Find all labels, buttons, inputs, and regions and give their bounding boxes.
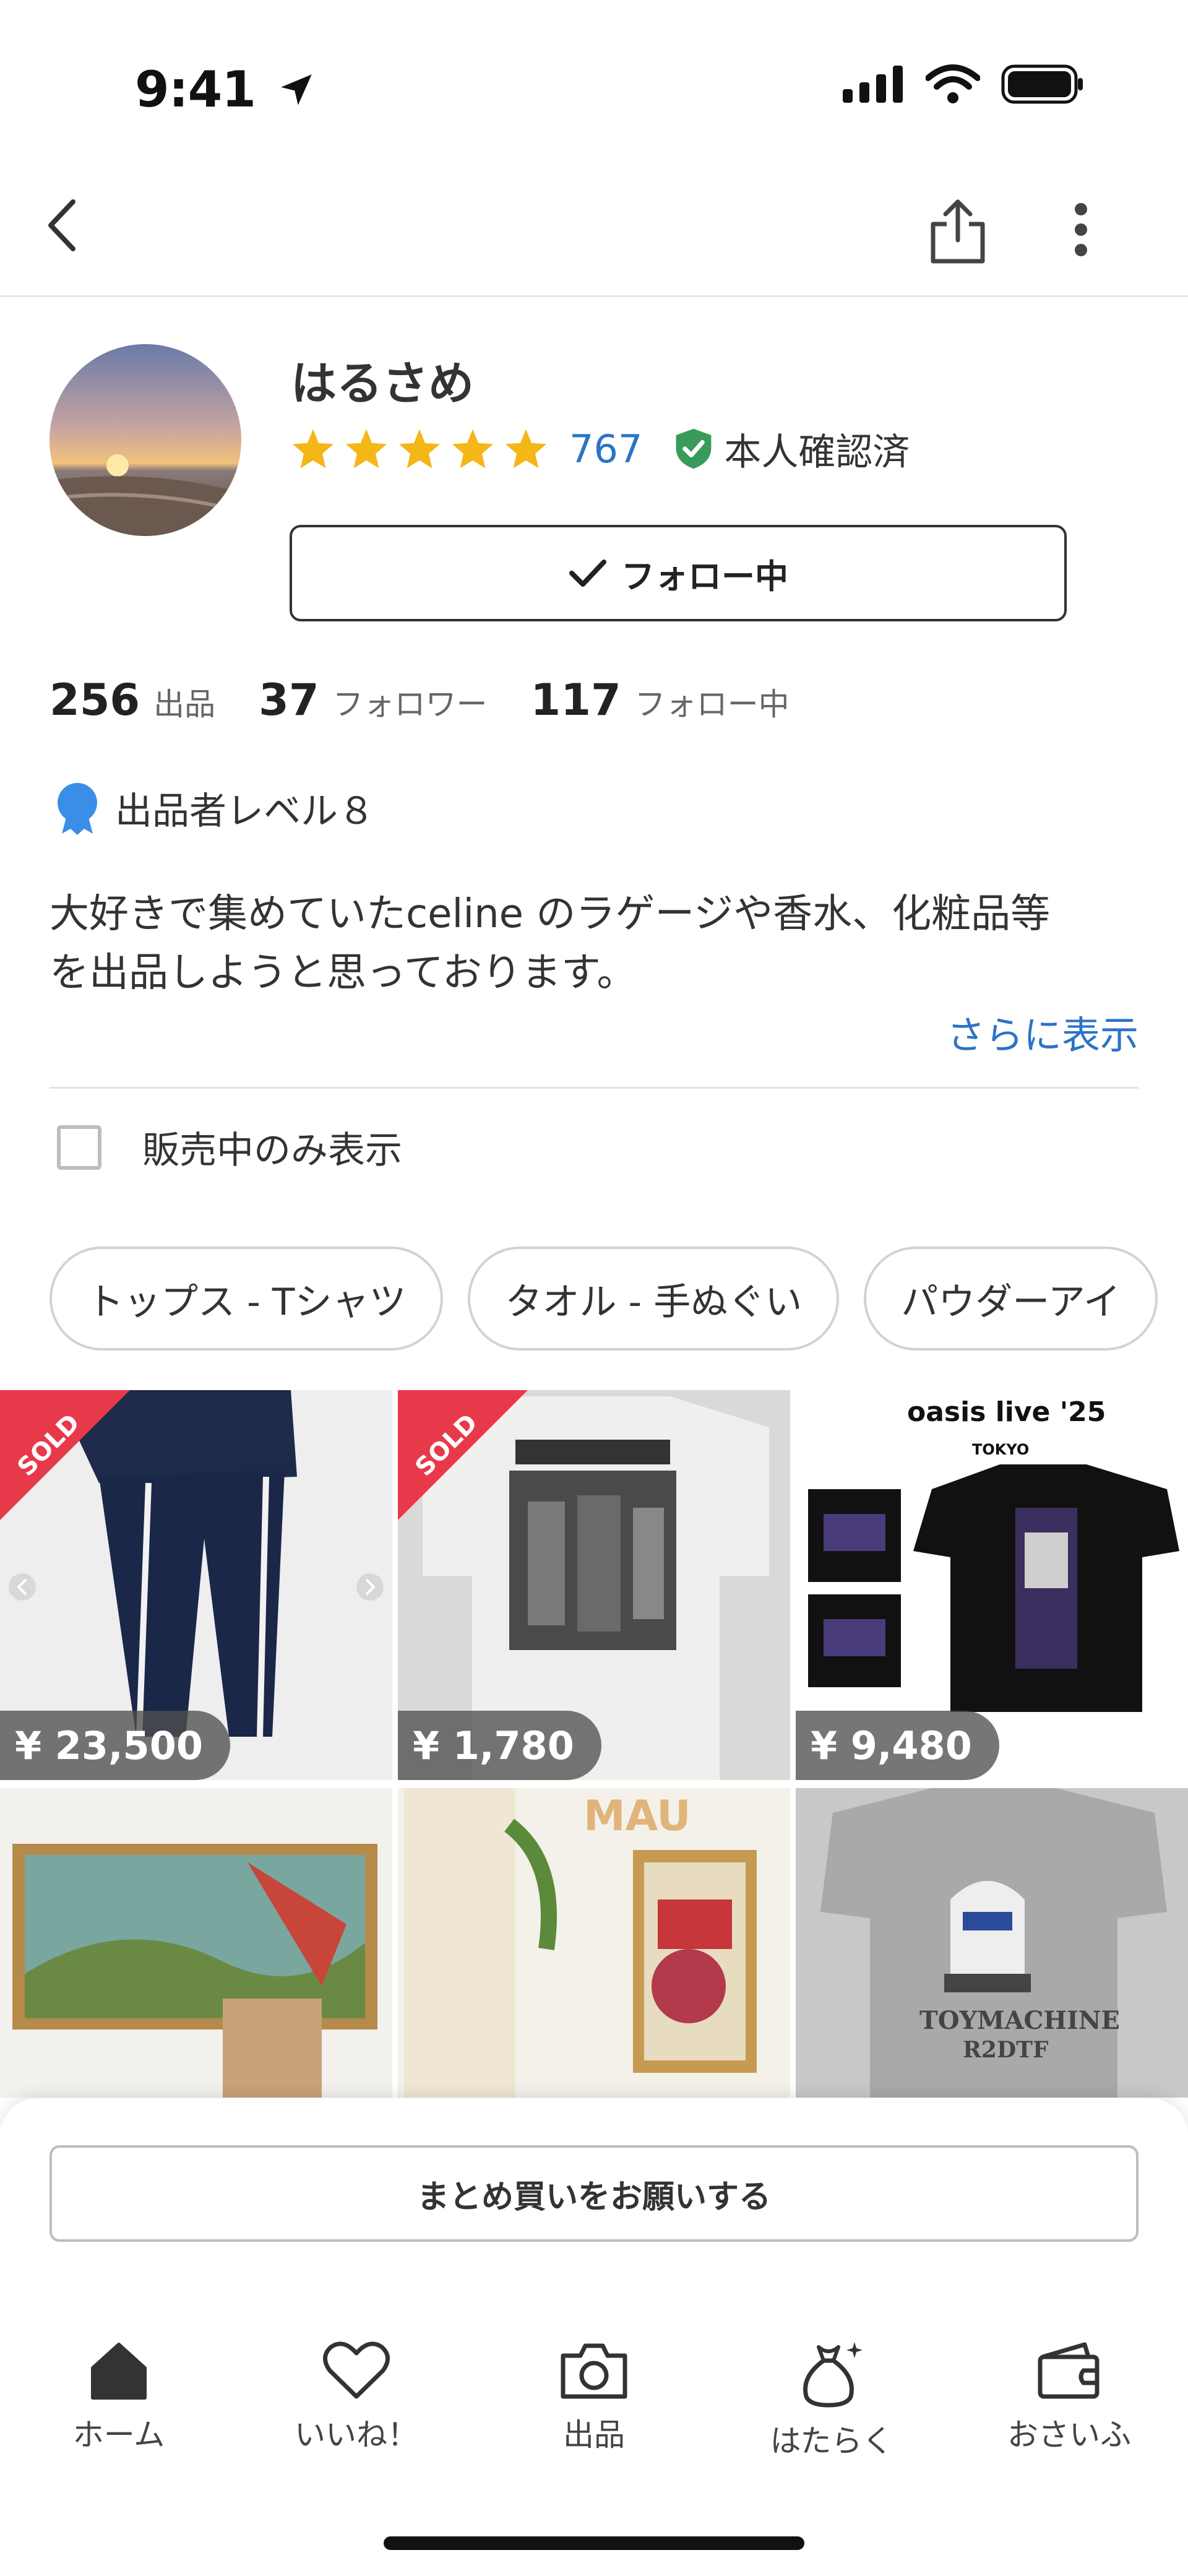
category-chips: トップス - Tシャツ タオル - 手ぬぐい パウダーアイ [50, 1247, 1158, 1351]
profile-stats: 256 出品 37 フォロワー 117 フォロー中 [50, 675, 833, 725]
rating-row[interactable]: 767 本人確認済 [291, 421, 910, 477]
section-divider [50, 1087, 1138, 1089]
home-icon [91, 2343, 147, 2400]
item-subtitle-text: R2DTF [963, 2037, 1049, 2063]
on-sale-filter[interactable]: 販売中のみ表示 [57, 1120, 402, 1174]
avatar[interactable] [50, 344, 241, 536]
on-sale-checkbox[interactable] [57, 1125, 101, 1170]
stat-following[interactable]: 117 フォロー中 [531, 675, 790, 725]
camera-icon [561, 2343, 627, 2399]
bio-line: を出品しようと思っております。 [50, 950, 637, 996]
avatar-sunset-image [50, 344, 241, 536]
tab-wallet[interactable]: おさいふ [950, 2340, 1188, 2463]
follow-button-label: フォロー中 [621, 556, 788, 596]
medal-icon [58, 782, 97, 835]
follow-button[interactable]: フォロー中 [290, 525, 1067, 621]
stat-listings[interactable]: 256 出品 [50, 675, 215, 725]
shield-check-icon [676, 428, 712, 469]
tab-label: おさいふ [1007, 2417, 1131, 2453]
status-time: 9:41 [135, 61, 317, 122]
item-card[interactable]: SOLD ¥ 1,780 [398, 1390, 790, 1780]
category-chip[interactable]: トップス - Tシャツ [50, 1247, 444, 1351]
star-icon [506, 429, 546, 469]
category-chip[interactable]: タオル - 手ぬぐい [468, 1247, 840, 1351]
battery-icon [1001, 64, 1084, 106]
rating-count[interactable]: 767 [569, 426, 642, 472]
stat-label: フォロワー [332, 686, 488, 722]
seller-level[interactable]: 出品者レベル８ [54, 781, 375, 835]
more-options-button[interactable] [1065, 202, 1096, 257]
bulk-request-button[interactable]: まとめ買いをお願いする [50, 2145, 1138, 2242]
back-button[interactable] [40, 194, 89, 256]
item-subtitle-text: TOKYO [972, 1441, 1030, 1458]
tab-work[interactable]: はたらく [713, 2340, 950, 2463]
bio-line: 大好きで集めていたceline のラゲージや香水、化粧品等 [50, 891, 1051, 937]
stat-label: 出品 [153, 686, 216, 722]
seller-name: はるさめ [291, 357, 474, 410]
home-indicator [384, 2536, 804, 2550]
tab-label: はたらく [770, 2423, 893, 2459]
check-icon [569, 560, 606, 587]
tab-label: ホーム [72, 2417, 165, 2453]
status-icons [843, 64, 1084, 106]
share-button[interactable] [928, 197, 988, 265]
category-chip[interactable]: パウダーアイ [864, 1247, 1158, 1351]
item-photo [0, 1788, 392, 2098]
item-price: ¥ 1,780 [398, 1711, 601, 1780]
tab-bar: ホーム いいね！ 出品 はたらく おさいふ [0, 2340, 1188, 2463]
share-icon [931, 199, 985, 264]
tab-likes[interactable]: いいね！ [238, 2340, 475, 2463]
wallet-icon [1038, 2342, 1100, 2399]
stat-value: 37 [259, 675, 319, 725]
status-time-text: 9:41 [135, 61, 256, 118]
stat-followers[interactable]: 37 フォロワー [259, 675, 487, 725]
item-card[interactable]: TOYMACHINE R2DTF [796, 1788, 1188, 2098]
show-more-link[interactable]: さらに表示 [947, 1004, 1138, 1060]
nav-divider [0, 295, 1188, 297]
verified-label: 本人確認済 [724, 430, 910, 474]
bio-text: 大好きで集めていたceline のラゲージや香水、化粧品等 を出品しようと思って… [50, 885, 1138, 1003]
location-arrow-icon [276, 64, 317, 122]
stat-value: 117 [530, 675, 621, 725]
item-price: ¥ 9,480 [796, 1711, 999, 1780]
more-vertical-icon [1075, 203, 1087, 256]
rating-stars [291, 427, 548, 470]
star-icon [293, 429, 334, 469]
tab-label: いいね！ [295, 2417, 418, 2453]
stat-value: 256 [50, 675, 140, 725]
tab-home[interactable]: ホーム [0, 2340, 238, 2463]
item-title-text: TOYMACHINE [919, 2006, 1120, 2035]
item-card[interactable]: MAU [398, 1788, 790, 2098]
star-icon [399, 429, 440, 469]
on-sale-label: 販売中のみ表示 [142, 1129, 402, 1172]
seller-level-label: 出品者レベル８ [115, 790, 375, 833]
tab-label: 出品 [563, 2417, 625, 2453]
stat-label: フォロー中 [634, 686, 790, 722]
star-icon [346, 429, 387, 469]
item-card[interactable]: SOLD ¥ 23,500 [0, 1390, 392, 1780]
item-title-text: oasis live '25 [907, 1396, 1106, 1428]
star-icon [452, 429, 493, 469]
item-card[interactable] [0, 1788, 392, 2098]
item-price: ¥ 23,500 [0, 1711, 230, 1780]
item-card[interactable]: oasis live '25 TOKYO ¥ 9,480 [796, 1390, 1188, 1780]
wifi-icon [925, 64, 981, 106]
heart-icon [323, 2341, 390, 2399]
tab-sell[interactable]: 出品 [475, 2340, 713, 2463]
verified-badge: 本人確認済 [674, 422, 910, 476]
chevron-left-icon [48, 199, 75, 251]
item-title-text: MAU [583, 1792, 691, 1841]
money-bag-icon [803, 2342, 863, 2408]
cellular-signal-icon [843, 66, 905, 105]
